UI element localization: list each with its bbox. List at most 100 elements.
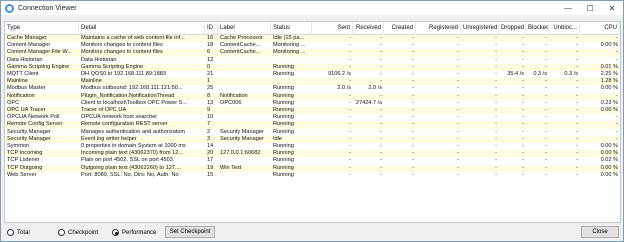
cell-type: Security Manager xyxy=(7,128,51,135)
table-row[interactable]: Security Manager Event log writer helper 3… xyxy=(5,135,620,143)
radio-button-selected[interactable] xyxy=(112,229,119,236)
cell-cpu: 2.25 % xyxy=(600,71,618,77)
cell-detail: Gamma Scripting Engine xyxy=(81,63,144,70)
cell-sent: - xyxy=(349,49,351,56)
cell-id: 7 xyxy=(207,121,211,128)
column-header-blocked[interactable]: Blocked xyxy=(526,22,549,35)
column-header-unblocked[interactable]: Unbloc... xyxy=(549,22,580,35)
cell-dropped: - xyxy=(522,107,524,113)
cell-type: Symmon xyxy=(7,143,30,149)
column-header-sent[interactable]: Sent xyxy=(312,22,353,35)
cell-status: Running xyxy=(273,85,294,92)
table-row[interactable]: Notification Plugin_Notification.Notifica… xyxy=(5,92,620,100)
cell-cpu: - xyxy=(616,128,618,135)
table-row[interactable]: Symmon 0 properties in domain System at 1… xyxy=(5,143,620,151)
set-checkpoint-button[interactable]: Set Checkpoint xyxy=(165,226,215,238)
mode-total-radio[interactable]: Total xyxy=(7,227,30,238)
cell-received: - xyxy=(380,114,382,121)
cell-created: - xyxy=(412,92,414,99)
cell-created: - xyxy=(412,42,414,49)
cell-sent: - xyxy=(349,121,351,128)
cell-received: - xyxy=(380,157,382,164)
cell-received: - xyxy=(380,71,382,77)
cell-detail: Remote configuration REST server xyxy=(81,121,168,128)
cell-blocked: - xyxy=(545,49,547,56)
cell-sent: - xyxy=(349,99,351,106)
cell-id: 15 xyxy=(207,171,214,178)
cell-blocked: - xyxy=(545,143,547,149)
cell-label: Notification xyxy=(220,92,248,99)
column-header-registered[interactable]: Registered xyxy=(416,22,461,35)
cell-dropped: 35.4 /s xyxy=(507,71,524,77)
cell-registered: - xyxy=(457,92,459,99)
cell-received: - xyxy=(380,171,382,178)
minimize-button[interactable]: — xyxy=(557,1,579,15)
column-header-status[interactable]: Status xyxy=(271,22,312,35)
radio-button[interactable] xyxy=(58,229,65,236)
radio-button[interactable] xyxy=(7,229,14,236)
cell-cpu: 0.00 % xyxy=(600,85,618,92)
table-row[interactable]: Cache Manager Maintains a cache of web co… xyxy=(5,35,620,43)
mode-checkpoint-radio[interactable]: Checkpoint xyxy=(58,227,98,238)
column-header-dropped[interactable]: Dropped xyxy=(499,22,526,35)
cell-id: 13 xyxy=(207,99,214,106)
column-header-id[interactable]: ID xyxy=(205,22,218,35)
radio-label-total: Total xyxy=(17,229,30,236)
column-header-detail[interactable]: Detail xyxy=(79,22,205,35)
cell-received: - xyxy=(380,56,382,63)
cell-cpu: 0.00 % xyxy=(600,171,618,178)
table-row[interactable]: TCP Outgoing Outgoing plain text (4306226… xyxy=(5,164,620,172)
column-header-created[interactable]: Created xyxy=(384,22,416,35)
cell-registered: - xyxy=(457,56,459,63)
cell-created: - xyxy=(412,114,414,121)
cell-detail: Incoming plain text (43062370) from 12..… xyxy=(81,150,183,157)
table-row[interactable]: Remote Config Server Remote configuration… xyxy=(5,121,620,129)
cell-unblocked: 0.3 /s xyxy=(564,71,578,77)
cell-cpu: - xyxy=(616,121,618,128)
close-button[interactable]: Close xyxy=(581,226,619,238)
column-header-received[interactable]: Received xyxy=(353,22,384,35)
table-row[interactable]: Data Historian Data Historian 12 - - - - - - - - - xyxy=(5,56,620,64)
table-row[interactable]: Security Manager Manages authentication a… xyxy=(5,128,620,136)
table-row[interactable]: Gamma Scripting Engine Gamma Scripting En… xyxy=(5,63,620,71)
cell-dropped: - xyxy=(522,56,524,63)
table-row[interactable]: Web Server Port: 8089, SSL: No, Dirs: No,… xyxy=(5,171,620,179)
mode-performance-radio[interactable]: Performance xyxy=(112,227,156,238)
close-window-button[interactable]: ✕ xyxy=(601,1,623,15)
window-controls: — ☐ ✕ xyxy=(557,1,623,15)
column-header-unregistered[interactable]: Unregistered xyxy=(461,22,499,35)
column-header-cpu[interactable]: CPU xyxy=(580,22,620,35)
cell-detail: 0 properties in domain System at 1000 ms xyxy=(81,143,186,149)
table-row[interactable]: OPCUA Network Poll OPCUA network host sea… xyxy=(5,114,620,122)
cell-sent: - xyxy=(349,128,351,135)
cell-cpu: 0.02 % xyxy=(600,157,618,164)
table-row[interactable]: Modbus Master Modbus outbound: 192.168.11… xyxy=(5,85,620,93)
table-row[interactable]: TCP Listener Plain on port 4502, SSL on p… xyxy=(5,157,620,165)
table-row[interactable]: Content Manager File W... Monitors change… xyxy=(5,49,620,57)
maximize-button[interactable]: ☐ xyxy=(579,1,601,15)
cell-created: - xyxy=(412,35,414,41)
cell-cpu: 0.00 % xyxy=(600,143,618,149)
column-header-type[interactable]: Type xyxy=(5,22,79,35)
cell-label: ContentCache... xyxy=(220,42,261,49)
table-row[interactable]: Mainline Mainline 1 - - - - - - - - 1.28 % xyxy=(5,78,620,86)
table-row[interactable]: Content Manager Monitors changes to conte… xyxy=(5,42,620,50)
table-row[interactable]: OPC Client to localhost\Toolbox OPC Power… xyxy=(5,99,620,107)
cell-created: - xyxy=(412,157,414,164)
cell-unregistered: - xyxy=(495,42,497,49)
cell-status: Running xyxy=(273,71,294,77)
cell-sent: - xyxy=(349,114,351,121)
cell-id: 6 xyxy=(207,49,211,56)
cell-sent: - xyxy=(349,171,351,178)
cell-cpu: 0.00 % xyxy=(600,164,618,171)
cell-unregistered: - xyxy=(495,56,497,63)
table-row[interactable]: OPC UA Tracer Tracer of OPC UA 9 Running - - -… xyxy=(5,107,620,115)
column-header-label[interactable]: Label xyxy=(218,22,271,35)
cell-detail: Port: 8089, SSL: No, Dirs: No, Auth: No xyxy=(81,171,179,178)
cell-type: MQTT Client xyxy=(7,71,39,77)
cell-cpu: 0.00 % xyxy=(600,42,618,49)
cell-unregistered: - xyxy=(495,157,497,164)
table-row[interactable]: TCP Incoming Incoming plain text (4306237… xyxy=(5,150,620,158)
table-row[interactable]: MQTT Client DH QOS0 to 192.168.111.89:188… xyxy=(5,71,620,79)
cell-sent: - xyxy=(349,56,351,63)
